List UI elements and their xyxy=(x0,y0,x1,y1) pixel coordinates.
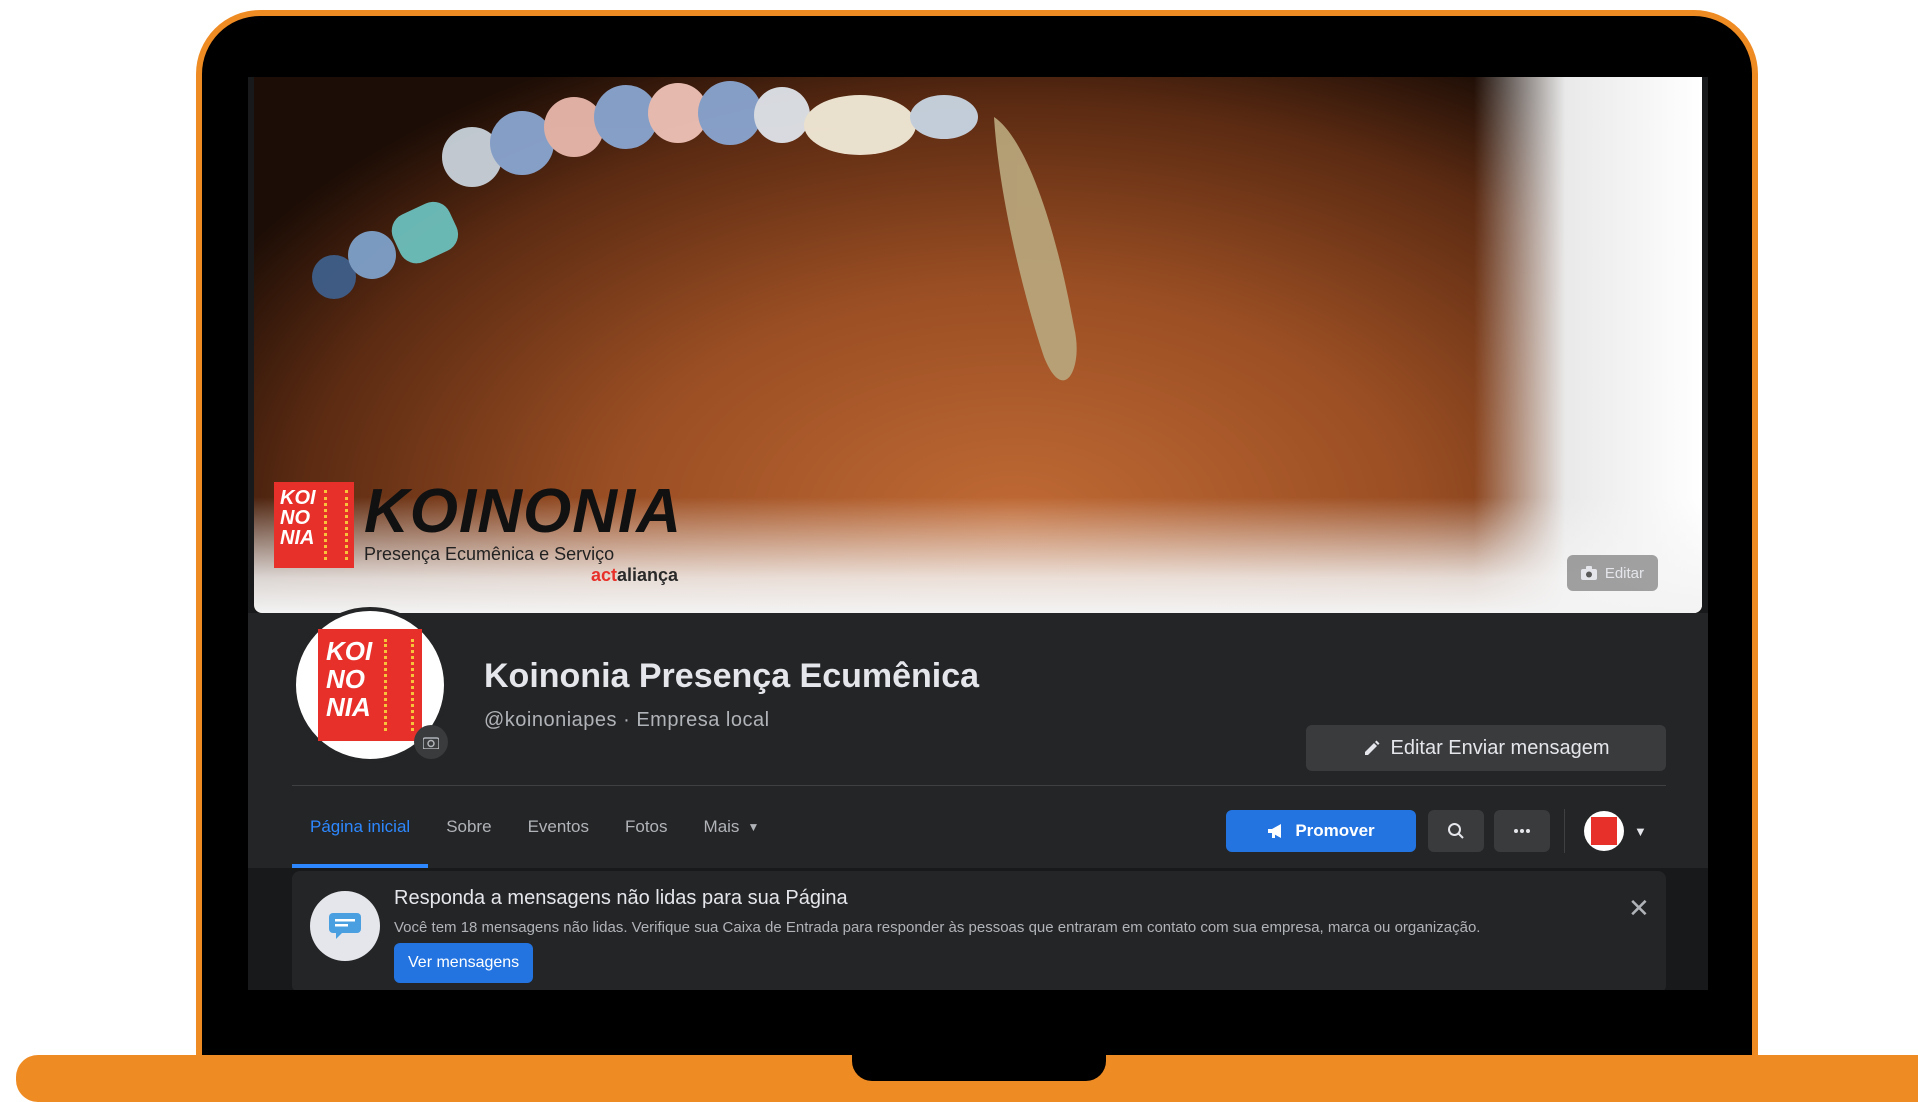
mini-logo-mark xyxy=(1591,817,1617,845)
cover-photo: KOI NO NIA KOINONIA Presença Ecumênica e… xyxy=(254,77,1702,613)
tab-label: Sobre xyxy=(446,817,492,836)
caret-down-icon: ▼ xyxy=(1634,823,1647,839)
camera-icon xyxy=(1580,566,1597,580)
tab-label: Página inicial xyxy=(310,817,411,836)
promote-button[interactable]: Promover xyxy=(1226,810,1416,852)
tab-sobre[interactable]: Sobre xyxy=(428,786,509,868)
tab-pagina-inicial[interactable]: Página inicial xyxy=(292,786,429,868)
tab-eventos[interactable]: Eventos xyxy=(510,786,607,868)
pencil-icon xyxy=(1364,740,1379,755)
facebook-page-screen: KOI NO NIA KOINONIA Presença Ecumênica e… xyxy=(248,77,1708,990)
avatar-camera-button[interactable] xyxy=(414,725,448,759)
logo-act-alianca: actaliança xyxy=(364,565,678,586)
tab-mais[interactable]: Mais ▼ xyxy=(686,786,778,868)
logo-act-prefix: act xyxy=(590,565,617,585)
page-header: KOI NO NIA Koinonia Presença Ecumênica @… xyxy=(248,607,1708,868)
avatar-logo-pattern xyxy=(384,639,414,731)
page-tabs: Página inicial Sobre Eventos Fotos Mais ▼ xyxy=(292,786,777,868)
edit-send-message-button[interactable]: Editar Enviar mensagem xyxy=(1306,725,1666,771)
koinonia-logo-mark: KOI NO NIA xyxy=(274,482,354,568)
page-mini-avatar xyxy=(1584,811,1624,851)
notice-icon-circle xyxy=(310,891,380,961)
more-options-button[interactable] xyxy=(1494,810,1550,852)
tab-label: Mais xyxy=(703,817,740,836)
close-icon[interactable]: ✕ xyxy=(1628,895,1650,921)
caret-down-icon: ▼ xyxy=(747,820,760,834)
notice-body: Você tem 18 mensagens não lidas. Verifiq… xyxy=(394,919,1481,936)
edit-send-message-label: Editar Enviar mensagem xyxy=(1390,736,1610,759)
unread-messages-notice: Responda a mensagens não lidas para sua … xyxy=(292,871,1666,990)
cover-brand-logo: KOI NO NIA KOINONIA Presença Ecumênica e… xyxy=(274,477,682,586)
logo-subtitle: Presença Ecumênica e Serviço xyxy=(364,544,615,564)
camera-icon xyxy=(423,737,439,749)
logo-pattern xyxy=(324,490,348,560)
laptop-notch xyxy=(852,1055,1106,1081)
logo-act-suffix: aliança xyxy=(616,565,678,585)
search-icon xyxy=(1448,823,1464,839)
ellipsis-icon xyxy=(1514,829,1530,833)
search-button[interactable] xyxy=(1428,810,1484,852)
page-title: Koinonia Presença Ecumênica xyxy=(484,657,980,695)
tab-label: Fotos xyxy=(625,817,668,836)
message-bubble-icon xyxy=(329,913,361,939)
view-messages-button[interactable]: Ver mensagens xyxy=(394,943,534,983)
tab-label: Eventos xyxy=(527,817,589,836)
edit-cover-button[interactable]: Editar xyxy=(1566,555,1658,591)
tab-fotos[interactable]: Fotos xyxy=(607,786,686,868)
promote-label: Promover xyxy=(1295,821,1375,840)
page-switcher[interactable]: ▼ xyxy=(1584,811,1647,851)
logo-wordmark: KOINONIA xyxy=(364,477,682,546)
megaphone-icon xyxy=(1268,824,1282,838)
page-handle-category: @koinoniapes · Empresa local xyxy=(484,709,770,731)
notice-title: Responda a mensagens não lidas para sua … xyxy=(394,887,848,909)
cover-logo-text: KOINONIA Presença Ecumênica e Serviço ac… xyxy=(364,477,682,586)
edit-cover-label: Editar xyxy=(1604,564,1644,582)
actions-separator xyxy=(1564,809,1565,853)
avatar-logo-mark: KOI NO NIA xyxy=(318,629,422,741)
